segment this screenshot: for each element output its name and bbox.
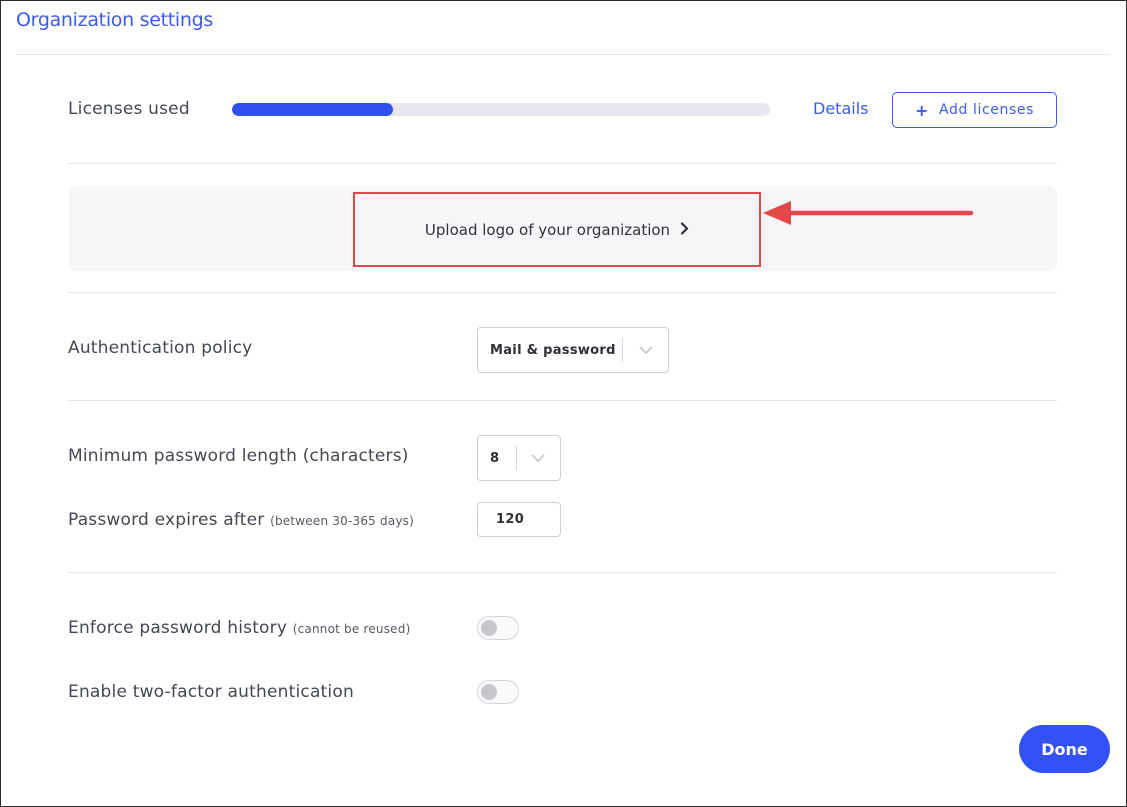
authentication-policy-select[interactable]: Mail & password [477, 327, 669, 373]
add-licenses-button[interactable]: + Add licenses [892, 92, 1057, 128]
divider [68, 572, 1057, 573]
divider [68, 400, 1057, 401]
min-password-length-label: Minimum password length (characters) [68, 446, 409, 466]
toggle-knob [481, 684, 497, 700]
chevron-down-icon [517, 454, 560, 463]
two-factor-label: Enable two-factor authentication [68, 682, 354, 702]
divider [68, 292, 1057, 293]
password-expires-text: Password expires after [68, 510, 265, 530]
enforce-history-toggle[interactable] [477, 616, 519, 640]
plus-icon: + [915, 100, 930, 120]
details-link[interactable]: Details [813, 99, 868, 118]
add-licenses-label: Add licenses [939, 102, 1034, 118]
authentication-policy-value: Mail & password [490, 342, 616, 358]
upload-logo-label: Upload logo of your organization [424, 220, 671, 239]
password-expires-label: Password expires after (between 30-365 d… [68, 510, 414, 530]
authentication-policy-label: Authentication policy [68, 338, 253, 358]
organization-settings-dialog: Organization settings Licenses used Deta… [0, 0, 1127, 807]
chevron-right-icon [680, 221, 689, 239]
divider [68, 163, 1057, 164]
upload-logo-button[interactable]: Upload logo of your organization [353, 192, 761, 267]
done-button[interactable]: Done [1019, 725, 1110, 773]
enforce-history-hint: (cannot be reused) [292, 622, 411, 636]
enforce-history-label: Enforce password history (cannot be reus… [68, 618, 410, 638]
password-expires-hint: (between 30-365 days) [270, 514, 415, 528]
licenses-progress-fill [232, 103, 394, 116]
licenses-progress-bar [232, 103, 770, 116]
dialog-title: Organization settings [16, 9, 213, 31]
chevron-down-icon [623, 346, 668, 355]
min-password-length-select[interactable]: 8 [477, 435, 561, 481]
title-divider [16, 54, 1110, 55]
two-factor-toggle[interactable] [477, 680, 519, 704]
min-password-length-value: 8 [490, 450, 500, 466]
password-expires-input[interactable] [477, 502, 561, 537]
enforce-history-text: Enforce password history [68, 618, 288, 638]
annotation-arrow-icon [763, 201, 974, 225]
licenses-used-label: Licenses used [68, 99, 190, 119]
toggle-knob [481, 620, 497, 636]
